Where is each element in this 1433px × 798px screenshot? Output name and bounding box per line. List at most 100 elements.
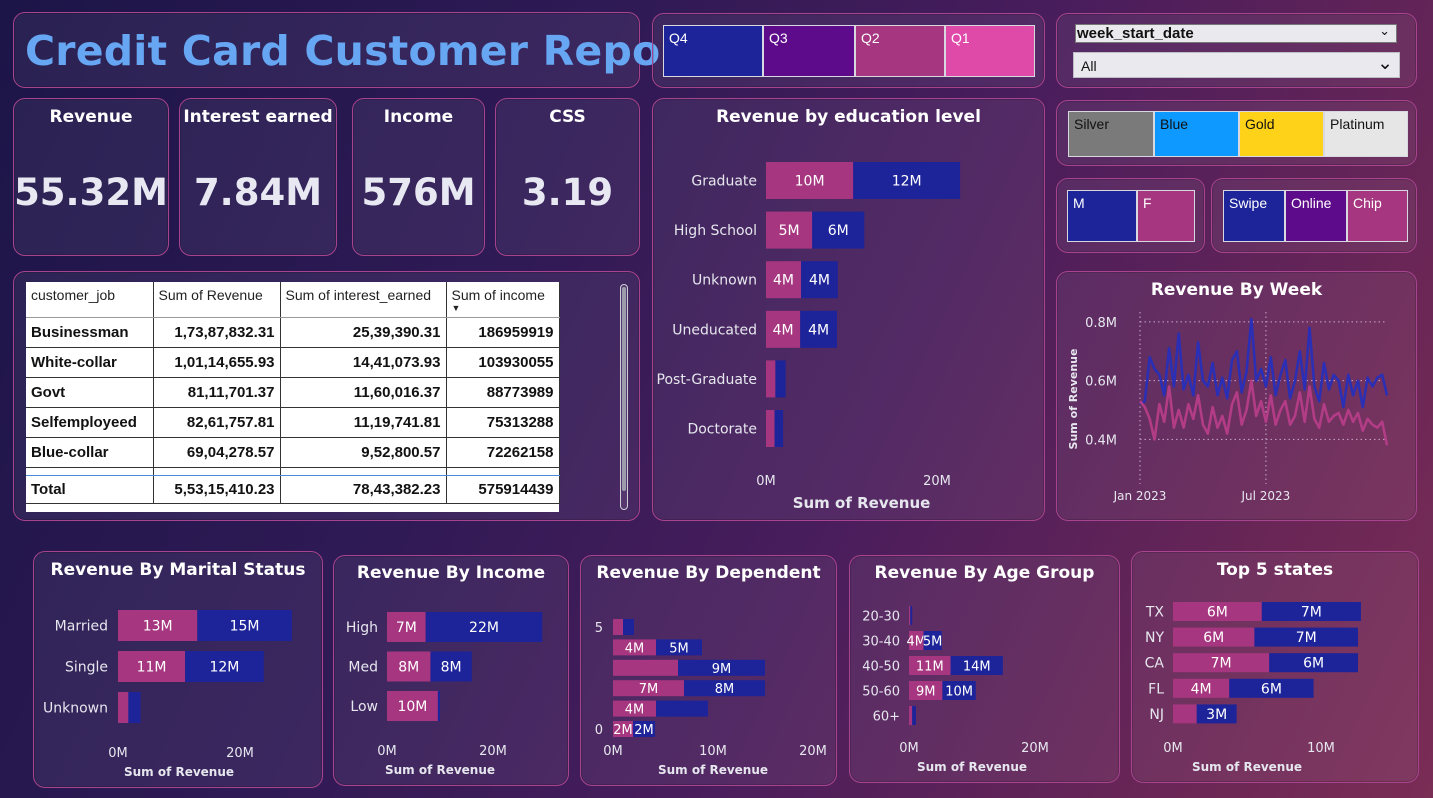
kpi-interest-card: Interest earned 7.84M	[179, 98, 337, 256]
kpi-interest-value: 7.84M	[193, 171, 323, 214]
revenue-by-marital-card: Revenue By Marital Status Married 13M 15M S…	[33, 551, 323, 788]
x-tick-label: 0M	[1163, 741, 1183, 756]
y-tick-label: 0.6M	[1085, 375, 1117, 390]
table-header-job[interactable]: customer_job	[26, 282, 154, 318]
category-label: Single	[65, 660, 108, 676]
kpi-revenue-value: 55.32M	[14, 171, 168, 214]
revenue-by-marital-chart: Married 13M 15M Single 11M 12M Unknown 0M 20M Sum…	[43, 610, 292, 779]
data-label: 12M	[892, 174, 922, 190]
table-cell-interest: 14,41,073.93	[280, 347, 447, 378]
category-label: Low	[350, 699, 378, 715]
bar-segment	[656, 700, 708, 717]
x-tick-label: 20M	[923, 474, 951, 489]
data-label: 14M	[963, 660, 991, 675]
transaction-type-slicer-card: Swipe Online Chip	[1211, 178, 1417, 253]
category-label: 50-60	[862, 685, 900, 700]
bar-segment	[1173, 704, 1197, 724]
card-category-slicer-card: Silver Blue Gold Platinum	[1056, 100, 1417, 166]
quarter-slicer: Q4 Q3 Q2 Q1	[663, 25, 1035, 77]
revenue-by-age-chart: 20-3030-40 4M5M40-50 11M 14M50-60 9M 10M60+0M…	[862, 606, 1049, 774]
slicer-swipe[interactable]: Swipe	[1223, 190, 1285, 242]
category-label: 0	[595, 723, 603, 738]
data-label: 5M	[779, 223, 800, 239]
table-cell-job: Blue-collar	[26, 437, 154, 468]
revenue-by-education-card: Revenue by education level Graduate 10M 12…	[652, 98, 1045, 521]
gender-slicer-card: M F	[1056, 178, 1205, 253]
kpi-interest-label: Interest earned	[183, 107, 333, 127]
x-axis-title: Sum of Revenue	[658, 763, 768, 777]
week-start-date-dropdown[interactable]: All ⌄	[1073, 52, 1400, 78]
category-label: 5	[595, 621, 603, 636]
revenue-by-education-chart: Graduate 10M 12M High School 5M 6M Unknown 4M 4M…	[657, 162, 961, 512]
revenue-by-week-chart: 0.8M 0.6M 0.4M Jan 2023 Jul 2023 Sum of Reven…	[1067, 312, 1389, 503]
table-row[interactable]: Blue-collar 69,04,278.57 9,52,800.57 722…	[26, 437, 560, 468]
kpi-revenue-label: Revenue	[49, 107, 133, 127]
table-header-income[interactable]: Sum of income ▼	[446, 282, 560, 318]
slicer-silver[interactable]: Silver	[1068, 111, 1154, 157]
category-label: FL	[1148, 681, 1164, 697]
table-header-interest[interactable]: Sum of interest_earned	[280, 282, 447, 318]
table-row[interactable]: Businessman 1,73,87,832.31 25,39,390.31 …	[26, 317, 560, 348]
series-line	[1138, 379, 1389, 446]
data-label: 4M	[809, 273, 830, 289]
bar-segment	[613, 619, 623, 635]
table-spacer-row	[26, 467, 560, 476]
x-tick-label: Jan 2023	[1113, 489, 1167, 503]
x-tick-label: 10M	[1307, 741, 1335, 756]
bar-segment	[623, 619, 634, 635]
bar-segment	[128, 692, 141, 723]
data-label: 2M	[634, 723, 654, 738]
category-label: Unknown	[43, 701, 108, 717]
bar-segment	[910, 606, 913, 625]
data-label: 6M	[1261, 681, 1282, 697]
x-tick-label: 20M	[479, 744, 507, 759]
table-cell-revenue: 1,73,87,832.31	[153, 317, 281, 348]
slicer-q3[interactable]: Q3	[763, 25, 855, 77]
slicer-female[interactable]: F	[1137, 190, 1195, 242]
slicer-chip[interactable]: Chip	[1347, 190, 1408, 242]
slicer-q4[interactable]: Q4	[663, 25, 763, 77]
data-label: 7M	[1296, 630, 1317, 646]
x-tick-label: 20M	[226, 746, 254, 761]
y-tick-label: 0.8M	[1085, 316, 1117, 331]
data-label: 8M	[715, 682, 735, 697]
table-row[interactable]: Govt 81,11,701.37 11,60,016.37 88773989	[26, 377, 560, 408]
x-axis-title: Sum of Revenue	[124, 765, 234, 779]
kpi-revenue-card: Revenue 55.32M	[13, 98, 169, 256]
table-row[interactable]: White-collar 1,01,14,655.93 14,41,073.93…	[26, 347, 560, 378]
sort-desc-icon: ▼	[451, 303, 461, 313]
category-label: Post-Graduate	[657, 372, 757, 388]
bar-segment	[437, 691, 440, 721]
data-label: 15M	[230, 619, 260, 635]
data-label: 9M	[916, 685, 936, 700]
category-label: Med	[348, 660, 378, 676]
data-label: 7M	[1211, 656, 1232, 672]
slicer-q1[interactable]: Q1	[945, 25, 1035, 77]
table-scrollbar[interactable]	[620, 284, 628, 510]
card-category-slicer: Silver Blue Gold Platinum	[1068, 111, 1408, 157]
chevron-down-icon: ⌄	[1379, 23, 1390, 38]
title-card: Credit Card Customer Report	[13, 12, 700, 88]
table-header-revenue[interactable]: Sum of Revenue	[153, 282, 281, 318]
gender-slicer: M F	[1067, 190, 1195, 242]
x-axis-title: Sum of Revenue	[385, 763, 495, 777]
bar-segment	[775, 360, 786, 398]
kpi-css-card: CSS 3.19	[495, 98, 640, 256]
week-start-date-header[interactable]: week_start_date ⌄	[1075, 23, 1397, 43]
category-label: Graduate	[691, 174, 757, 190]
slicer-q2[interactable]: Q2	[855, 25, 945, 77]
data-label: 4M	[808, 322, 829, 338]
slicer-blue[interactable]: Blue	[1154, 111, 1239, 157]
bar-segment	[766, 410, 775, 447]
slicer-male[interactable]: M	[1067, 190, 1137, 242]
slicer-gold[interactable]: Gold	[1239, 111, 1324, 157]
slicer-platinum[interactable]: Platinum	[1324, 111, 1408, 157]
table-cell-interest: 25,39,390.31	[280, 317, 447, 348]
category-label: Doctorate	[687, 422, 757, 438]
category-label: High	[346, 620, 378, 636]
week-start-date-slicer: week_start_date ⌄ All ⌄	[1056, 13, 1417, 88]
table-scrollbar-thumb[interactable]	[622, 287, 626, 491]
slicer-online[interactable]: Online	[1285, 190, 1347, 242]
table-cell-job: White-collar	[26, 347, 154, 378]
table-row[interactable]: Selfemployeed 82,61,757.81 11,19,741.81 …	[26, 407, 560, 438]
